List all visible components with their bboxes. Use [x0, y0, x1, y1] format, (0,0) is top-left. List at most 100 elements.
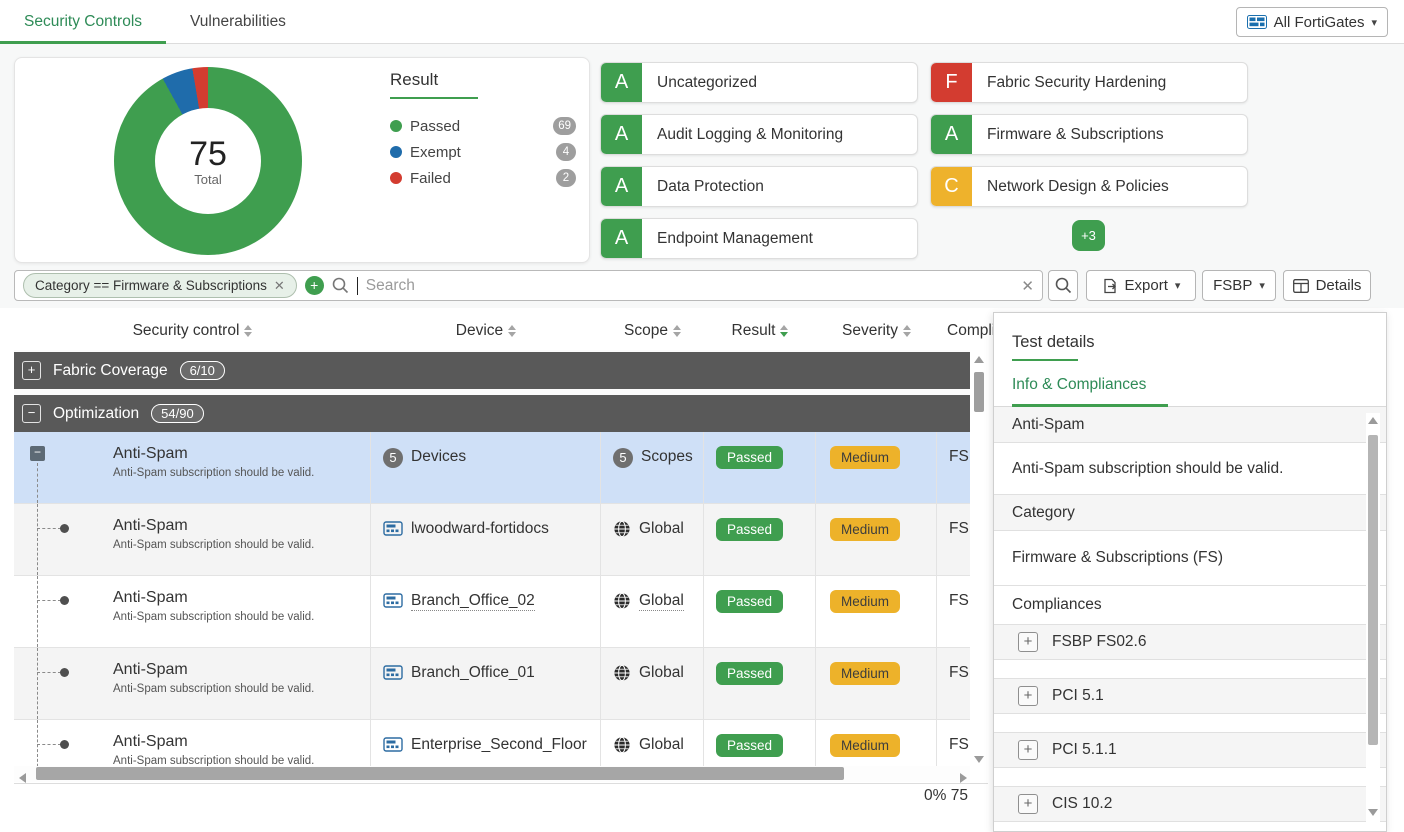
expand-icon[interactable]: +: [1018, 632, 1038, 652]
scope-cell-label[interactable]: Global: [639, 592, 684, 611]
scope-cell-label[interactable]: Global: [639, 736, 684, 754]
category-card-data-protection[interactable]: A Data Protection: [600, 166, 918, 207]
all-fortigates-dropdown[interactable]: All FortiGates ▾: [1236, 7, 1388, 37]
scroll-right-icon[interactable]: [960, 773, 967, 783]
grade-badge: A: [601, 219, 642, 258]
compliance-item-fsbp[interactable]: + FSBP FS02.6: [994, 624, 1386, 660]
search-button[interactable]: [1048, 270, 1078, 301]
fsbp-dropdown[interactable]: FSBP ▾: [1202, 270, 1276, 301]
remove-filter-icon[interactable]: ✕: [274, 278, 285, 294]
fortigate-device-icon: [383, 592, 403, 609]
sort-icon: [244, 325, 252, 337]
tree-connector: [37, 504, 38, 575]
tab-info-compliances[interactable]: Info & Compliances: [1012, 376, 1168, 407]
legend-item-passed[interactable]: Passed 69: [390, 113, 576, 139]
tab-security-controls[interactable]: Security Controls: [0, 0, 166, 43]
column-header-compliance[interactable]: Compliance: [937, 322, 988, 340]
table-row[interactable]: − Anti-Spam Anti-Spam subscription shoul…: [14, 432, 970, 504]
search-placeholder: Search: [366, 277, 1014, 295]
category-card-fabric-security-hardening[interactable]: F Fabric Security Hardening: [930, 62, 1248, 103]
device-cell-label[interactable]: Enterprise_Second_Floor: [411, 736, 587, 754]
device-cell-label[interactable]: Branch_Office_01: [411, 664, 535, 682]
fortigate-stack-icon: [1247, 15, 1267, 29]
control-subtitle: Anti-Spam subscription should be valid.: [113, 539, 370, 551]
donut-center: 75 Total: [114, 67, 302, 255]
device-cell-label[interactable]: lwoodward-fortidocs: [411, 520, 549, 538]
table-vertical-scrollbar[interactable]: [971, 352, 987, 782]
scroll-down-icon[interactable]: [974, 756, 984, 763]
table-row[interactable]: Anti-Spam Anti-Spam subscription should …: [14, 504, 970, 576]
compliance-item-pci-5-1[interactable]: + PCI 5.1: [994, 678, 1386, 714]
vertical-scroll-thumb[interactable]: [974, 372, 984, 412]
severity-badge: Medium: [830, 662, 900, 685]
sort-icon: [508, 325, 516, 337]
control-title: Anti-Spam: [113, 731, 370, 753]
result-legend: Result Passed 69 Exempt 4 Failed 2: [390, 70, 576, 191]
globe-icon: [613, 520, 631, 538]
filter-chip-label: Category == Firmware & Subscriptions: [35, 278, 267, 293]
export-button[interactable]: Export ▾: [1086, 270, 1196, 301]
clear-search-icon[interactable]: ✕: [1021, 277, 1034, 295]
legend-item-exempt[interactable]: Exempt 4: [390, 139, 576, 165]
scope-cell-label[interactable]: Global: [639, 664, 684, 682]
expand-icon[interactable]: +: [22, 361, 41, 380]
legend-title-underline: [390, 97, 478, 99]
more-categories-button[interactable]: +3: [1072, 220, 1105, 251]
add-filter-icon[interactable]: +: [305, 276, 324, 295]
column-header-scope[interactable]: Scope: [601, 322, 704, 340]
compliance-cell-label: FSBP: [949, 736, 970, 753]
column-header-security-control[interactable]: Security control: [14, 322, 371, 340]
horizontal-scroll-thumb[interactable]: [36, 767, 844, 780]
device-cell-label[interactable]: Branch_Office_02: [411, 592, 535, 611]
details-toggle-button[interactable]: Details: [1283, 270, 1371, 301]
category-card-audit-logging[interactable]: A Audit Logging & Monitoring: [600, 114, 918, 155]
scroll-up-icon[interactable]: [1368, 417, 1378, 424]
compliance-item-cis-10-2[interactable]: + CIS 10.2: [994, 786, 1386, 822]
category-card-firmware-subscriptions[interactable]: A Firmware & Subscriptions: [930, 114, 1248, 155]
column-header-severity[interactable]: Severity: [816, 322, 937, 340]
detail-section-value: Firmware & Subscriptions (FS): [994, 531, 1386, 586]
tab-vulnerabilities[interactable]: Vulnerabilities: [166, 0, 310, 43]
chevron-down-icon: ▾: [1371, 16, 1377, 29]
category-card-uncategorized[interactable]: A Uncategorized: [600, 62, 918, 103]
tree-connector: [37, 648, 38, 719]
tree-connector: [37, 672, 61, 673]
scroll-left-icon[interactable]: [19, 773, 26, 783]
group-row-optimization[interactable]: − Optimization 54/90: [14, 395, 970, 432]
control-title: Anti-Spam: [113, 587, 370, 609]
fortigate-device-icon: [383, 520, 403, 537]
scroll-up-icon[interactable]: [974, 356, 984, 363]
group-row-fabric-coverage[interactable]: + Fabric Coverage 6/10: [14, 352, 970, 389]
row-collapse-icon[interactable]: −: [30, 446, 45, 461]
compliance-item-pci-5-1-1[interactable]: + PCI 5.1.1: [994, 732, 1386, 768]
category-label: Network Design & Policies: [972, 167, 1169, 206]
passed-dot: [390, 120, 402, 132]
category-card-network-design-policies[interactable]: C Network Design & Policies: [930, 166, 1248, 207]
device-cell-label: Devices: [411, 448, 466, 466]
panel-scroll-thumb[interactable]: [1368, 435, 1378, 745]
column-header-result[interactable]: Result: [704, 322, 816, 340]
table-horizontal-scrollbar[interactable]: [14, 766, 970, 782]
table-row[interactable]: Anti-Spam Anti-Spam subscription should …: [14, 720, 970, 766]
expand-icon[interactable]: +: [1018, 686, 1038, 706]
table-row[interactable]: Anti-Spam Anti-Spam subscription should …: [14, 648, 970, 720]
scroll-down-icon[interactable]: [1368, 809, 1378, 816]
column-header-device[interactable]: Device: [371, 322, 601, 340]
filter-chip[interactable]: Category == Firmware & Subscriptions ✕: [23, 273, 297, 298]
collapse-icon[interactable]: −: [22, 404, 41, 423]
category-card-endpoint-management[interactable]: A Endpoint Management: [600, 218, 918, 259]
panel-vertical-scrollbar[interactable]: [1366, 413, 1380, 832]
scope-count-badge: 5: [613, 448, 633, 468]
all-fortigates-label: All FortiGates: [1274, 14, 1365, 31]
expand-icon[interactable]: +: [1018, 794, 1038, 814]
compliance-item-label: PCI 5.1: [1052, 687, 1104, 705]
scope-cell-label[interactable]: Global: [639, 520, 684, 538]
filter-search-input[interactable]: Category == Firmware & Subscriptions ✕ +…: [14, 270, 1043, 301]
control-title: Anti-Spam: [113, 659, 370, 681]
detail-section-header: Anti-Spam: [994, 407, 1386, 443]
tree-connector: [37, 463, 38, 503]
table-row[interactable]: Anti-Spam Anti-Spam subscription should …: [14, 576, 970, 648]
expand-icon[interactable]: +: [1018, 740, 1038, 760]
compliance-cell-label: FSBP: [949, 448, 970, 465]
legend-item-failed[interactable]: Failed 2: [390, 165, 576, 191]
